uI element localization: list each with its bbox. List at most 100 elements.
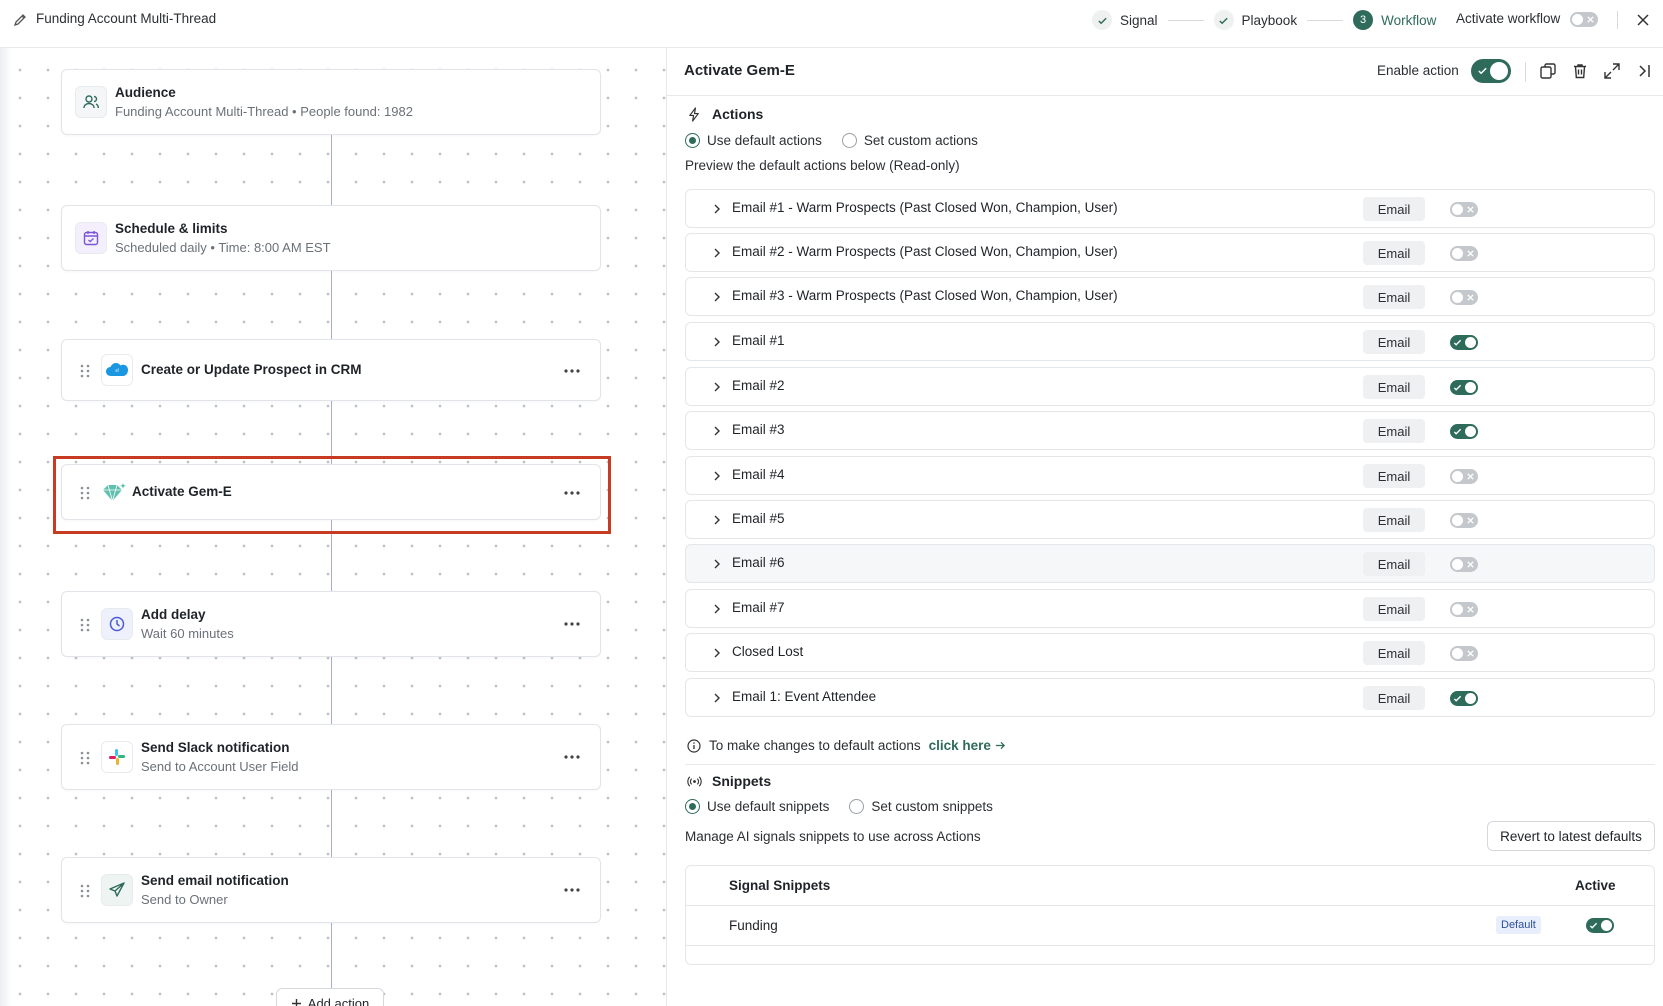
trash-icon[interactable] (1571, 62, 1589, 80)
add-delay-node[interactable]: Add delay Wait 60 minutes (61, 591, 601, 657)
action-row[interactable]: Email #2 - Warm Prospects (Past Closed W… (685, 233, 1655, 272)
chevron-right-icon[interactable] (712, 203, 722, 215)
step-signal[interactable]: Signal (1092, 10, 1158, 30)
step-connector (1167, 19, 1204, 21)
panel-title: Activate Gem-E (684, 62, 795, 79)
pencil-icon[interactable] (12, 12, 28, 28)
action-type-badge: Email (1363, 552, 1425, 576)
divider (1525, 62, 1526, 82)
chevron-right-icon[interactable] (712, 425, 722, 437)
canvas-edge (0, 48, 12, 1006)
signal-snippets-table: Signal Snippets Active Funding Default (685, 865, 1655, 965)
chevron-right-icon[interactable] (712, 692, 722, 704)
drag-handle-icon[interactable] (80, 364, 90, 378)
activate-workflow-toggle[interactable] (1570, 12, 1598, 30)
action-type-badge: Email (1363, 464, 1425, 488)
action-toggle[interactable] (1450, 290, 1478, 308)
action-toggle[interactable] (1450, 380, 1478, 398)
stepper: Signal Playbook 3 Workflow (1092, 9, 1436, 31)
chevron-right-icon[interactable] (712, 291, 722, 303)
node-subtitle: Wait 60 minutes (141, 626, 234, 641)
enable-action-toggle[interactable] (1471, 59, 1511, 83)
actions-mode-radio-group: Use default actions Set custom actions (685, 133, 998, 148)
action-toggle[interactable] (1450, 424, 1478, 442)
check-icon (1092, 10, 1112, 30)
action-row[interactable]: Email #5 Email (685, 500, 1655, 539)
info-icon (687, 738, 701, 753)
column-header-active: Active (1575, 878, 1616, 893)
action-row[interactable]: Email #6 Email (685, 544, 1655, 583)
action-toggle[interactable] (1450, 602, 1478, 620)
chevron-right-icon[interactable] (712, 514, 722, 526)
action-row[interactable]: Email 1: Event Attendee Email (685, 678, 1655, 717)
chevron-right-icon[interactable] (712, 381, 722, 393)
duplicate-icon[interactable] (1539, 62, 1557, 80)
add-action-button[interactable]: Add action (276, 988, 384, 1006)
action-row[interactable]: Email #1 Email (685, 322, 1655, 361)
set-custom-actions-radio[interactable]: Set custom actions (841, 133, 978, 148)
use-default-actions-radio[interactable]: Use default actions (685, 133, 822, 148)
action-row[interactable]: Email #2 Email (685, 367, 1655, 406)
info-text: To make changes to default actions (709, 738, 921, 753)
chevron-right-icon[interactable] (712, 603, 722, 615)
step-number: 3 (1353, 10, 1374, 30)
node-title: Audience (115, 85, 176, 100)
radio-label: Use default snippets (707, 799, 830, 814)
close-icon[interactable] (1634, 11, 1652, 29)
clock-icon (101, 608, 133, 640)
chevron-right-icon[interactable] (712, 470, 722, 482)
more-options-icon[interactable] (564, 622, 580, 626)
workflow-title[interactable]: Funding Account Multi-Thread (36, 11, 216, 26)
actions-heading-label: Actions (712, 106, 764, 122)
salesforce-icon: sf (101, 354, 133, 386)
revert-defaults-button[interactable]: Revert to latest defaults (1487, 821, 1655, 851)
action-toggle[interactable] (1450, 557, 1478, 575)
action-toggle[interactable] (1450, 246, 1478, 264)
action-toggle[interactable] (1450, 691, 1478, 709)
step-label: Playbook (1241, 12, 1298, 28)
collapse-panel-icon[interactable] (1635, 62, 1653, 80)
action-row[interactable]: Email #7 Email (685, 589, 1655, 628)
action-type-badge: Email (1363, 641, 1425, 665)
action-row[interactable]: Email #3 - Warm Prospects (Past Closed W… (685, 277, 1655, 316)
action-label: Email #5 (732, 511, 785, 526)
schedule-node[interactable]: Schedule & limits Scheduled daily • Time… (61, 205, 601, 271)
activate-workflow-label: Activate workflow (1456, 11, 1561, 26)
step-workflow[interactable]: 3 Workflow (1353, 10, 1436, 30)
chevron-right-icon[interactable] (712, 558, 722, 570)
more-options-icon[interactable] (564, 888, 580, 892)
drag-handle-icon[interactable] (80, 618, 90, 632)
action-row[interactable]: Closed Lost Email (685, 633, 1655, 672)
snippet-active-toggle[interactable] (1586, 918, 1614, 936)
more-options-icon[interactable] (564, 369, 580, 373)
action-type-badge: Email (1363, 285, 1425, 309)
expand-icon[interactable] (1603, 62, 1621, 80)
action-row[interactable]: Email #4 Email (685, 456, 1655, 495)
action-toggle[interactable] (1450, 646, 1478, 664)
action-row[interactable]: Email #1 - Warm Prospects (Past Closed W… (685, 189, 1655, 228)
step-playbook[interactable]: Playbook (1213, 10, 1298, 30)
node-subtitle: Send to Owner (141, 892, 228, 907)
action-toggle[interactable] (1450, 335, 1478, 353)
use-default-snippets-radio[interactable]: Use default snippets (685, 799, 829, 814)
action-toggle[interactable] (1450, 202, 1478, 220)
chevron-right-icon[interactable] (712, 247, 722, 259)
action-toggle[interactable] (1450, 469, 1478, 487)
click-here-link[interactable]: click here (929, 738, 1006, 753)
more-options-icon[interactable] (564, 755, 580, 759)
drag-handle-icon[interactable] (80, 751, 90, 765)
crm-node[interactable]: sf Create or Update Prospect in CRM (61, 339, 601, 401)
action-label: Email #1 - Warm Prospects (Past Closed W… (732, 200, 1118, 215)
slack-notification-node[interactable]: Send Slack notification Send to Account … (61, 724, 601, 790)
default-actions-info: To make changes to default actions click… (687, 738, 1006, 753)
audience-node[interactable]: Audience Funding Account Multi-Thread • … (61, 69, 601, 135)
table-header: Signal Snippets Active (686, 866, 1654, 906)
action-toggle[interactable] (1450, 513, 1478, 531)
email-notification-node[interactable]: Send email notification Send to Owner (61, 857, 601, 923)
chevron-right-icon[interactable] (712, 336, 722, 348)
action-row[interactable]: Email #3 Email (685, 411, 1655, 450)
drag-handle-icon[interactable] (80, 884, 90, 898)
set-custom-snippets-radio[interactable]: Set custom snippets (849, 799, 993, 814)
top-bar: Funding Account Multi-Thread Signal Play… (0, 0, 1663, 48)
chevron-right-icon[interactable] (712, 647, 722, 659)
